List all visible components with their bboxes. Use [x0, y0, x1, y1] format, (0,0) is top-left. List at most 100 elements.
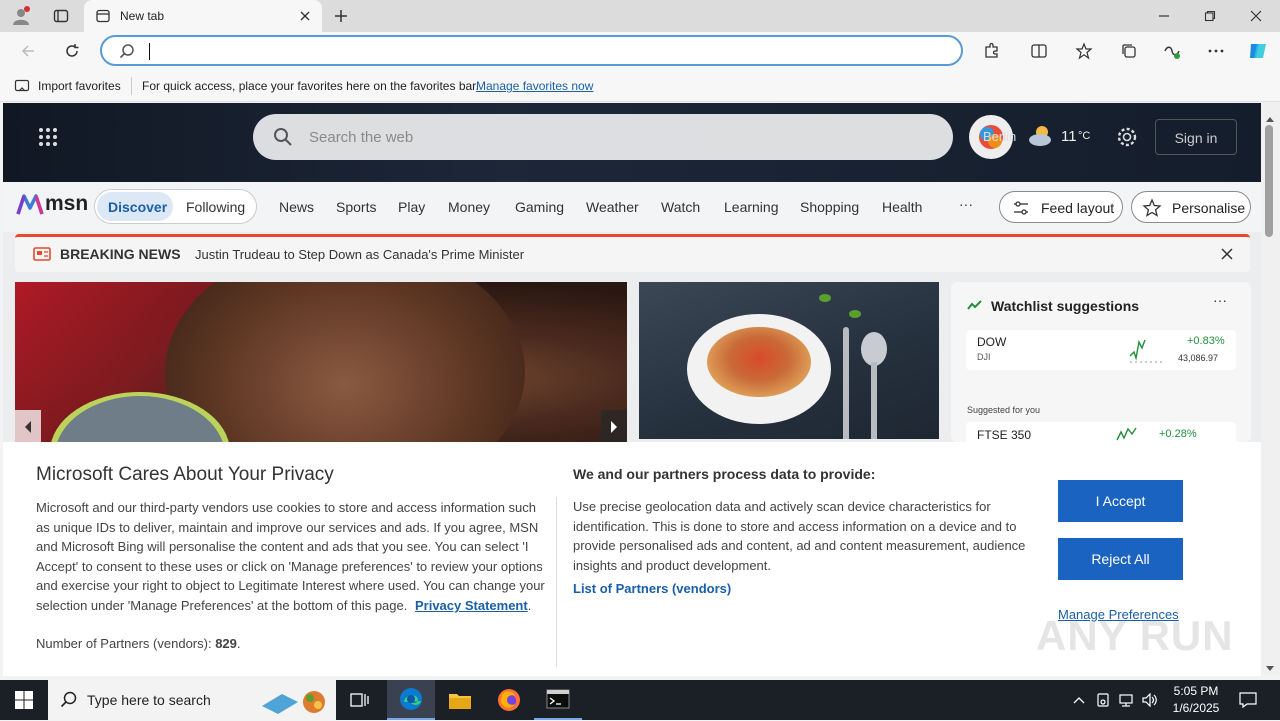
- suggested-label: Suggested for you: [967, 405, 1041, 415]
- watchlist-trend-icon: [967, 298, 983, 316]
- firefox-icon[interactable]: [485, 680, 533, 720]
- feed-layout-label: Feed layout: [1041, 200, 1115, 216]
- restore-button[interactable]: [1196, 4, 1224, 28]
- consent-title: Microsoft Cares About Your Privacy: [36, 464, 334, 485]
- nav-news[interactable]: News: [279, 199, 314, 215]
- period: .: [527, 597, 532, 613]
- weather-city: Berlin: [983, 129, 1017, 144]
- tab-discover[interactable]: Discover: [97, 192, 173, 221]
- close-window-button[interactable]: [1242, 4, 1270, 28]
- web-search-icon: [273, 127, 293, 152]
- notifications-icon[interactable]: [1234, 680, 1262, 720]
- volume-icon[interactable]: [1139, 680, 1161, 720]
- scroll-thumb[interactable]: [1265, 125, 1273, 237]
- accept-button[interactable]: I Accept: [1058, 480, 1183, 522]
- tray-device-icon[interactable]: [1092, 680, 1114, 720]
- reject-all-button[interactable]: Reject All: [1058, 538, 1183, 580]
- suggested-change: +0.28%: [1159, 428, 1197, 440]
- collections-icon[interactable]: [1117, 39, 1141, 63]
- stock-symbol: DOW: [977, 335, 1007, 349]
- personalise-button[interactable]: Personalise: [1131, 191, 1251, 223]
- breaking-news-headline[interactable]: Justin Trudeau to Step Down as Canada's …: [195, 247, 524, 262]
- feed-layout-icon: [1012, 199, 1030, 220]
- tab-following[interactable]: Following: [186, 199, 245, 215]
- edge-taskbar-icon[interactable]: [387, 680, 435, 720]
- nav-more-button[interactable]: ···: [959, 196, 973, 212]
- favorites-bar: Import favorites For quick access, place…: [0, 70, 1280, 102]
- weather-cloud-icon[interactable]: [1027, 124, 1055, 153]
- page-scrollbar[interactable]: [1261, 103, 1280, 675]
- hero-story-image[interactable]: [15, 282, 627, 442]
- breaking-news-banner[interactable]: BREAKING NEWS Justin Trudeau to Step Dow…: [15, 234, 1250, 272]
- tray-chevron-up-icon[interactable]: [1068, 680, 1090, 720]
- stock-value: 43,086.97: [1178, 353, 1219, 363]
- watchlist-row[interactable]: DOW DJI +0.83% 43,086.97: [966, 330, 1236, 370]
- minimize-button[interactable]: [1150, 4, 1178, 28]
- period-2: .: [236, 636, 241, 651]
- terminal-icon[interactable]: [534, 680, 582, 720]
- breaking-news-label: BREAKING NEWS: [60, 246, 181, 262]
- close-tab-icon[interactable]: [298, 9, 312, 28]
- back-button[interactable]: [16, 39, 40, 63]
- web-search-box[interactable]: Search the web: [253, 114, 953, 160]
- msn-logo[interactable]: [16, 192, 44, 221]
- consent-body: Microsoft and our third-party vendors us…: [36, 498, 546, 616]
- privacy-statement-link[interactable]: Privacy Statement: [415, 598, 528, 613]
- nav-shopping[interactable]: Shopping: [800, 199, 859, 215]
- taskbar-search-icon: [60, 691, 78, 714]
- settings-gear-icon[interactable]: [1116, 126, 1138, 153]
- clock-time[interactable]: 5:05 PM: [1173, 684, 1219, 698]
- nav-play[interactable]: Play: [398, 199, 425, 215]
- sign-in-label: Sign in: [1174, 130, 1218, 146]
- tab-discover-label: Discover: [108, 199, 168, 215]
- list-partners-link[interactable]: List of Partners (vendors): [573, 581, 731, 596]
- scroll-down-icon[interactable]: [1265, 660, 1275, 678]
- clock-date[interactable]: 1/6/2025: [1168, 701, 1224, 715]
- nav-health[interactable]: Health: [882, 199, 922, 215]
- tab-actions-icon[interactable]: [48, 4, 74, 28]
- sign-in-button[interactable]: Sign in: [1155, 119, 1237, 155]
- nav-money[interactable]: Money: [448, 199, 490, 215]
- close-banner-icon[interactable]: [1220, 247, 1234, 266]
- consent-body-text: Microsoft and our third-party vendors us…: [36, 500, 545, 613]
- hero-header: Search the web Berlin 11 °C Sign in: [3, 103, 1261, 182]
- network-icon[interactable]: [1115, 680, 1137, 720]
- browser-toolbar: [0, 32, 1280, 70]
- new-tab-button[interactable]: [330, 4, 352, 28]
- import-favorites-icon: [14, 78, 30, 97]
- text-cursor: [149, 43, 150, 60]
- personalise-icon: [1142, 198, 1162, 221]
- manage-favorites-link[interactable]: Manage favorites now: [476, 79, 593, 93]
- more-menu-icon[interactable]: [1204, 39, 1228, 63]
- page-icon: [96, 9, 110, 28]
- food-story-image[interactable]: [639, 282, 939, 439]
- start-button[interactable]: [0, 680, 48, 720]
- carousel-prev-icon[interactable]: [15, 410, 41, 442]
- watchlist-title: Watchlist suggestions: [991, 298, 1140, 314]
- import-favorites-button[interactable]: Import favorites: [38, 79, 121, 93]
- nav-gaming[interactable]: Gaming: [515, 199, 564, 215]
- refresh-button[interactable]: [60, 39, 84, 63]
- address-bar[interactable]: [100, 35, 963, 66]
- profile-icon[interactable]: [8, 4, 34, 28]
- nav-learning[interactable]: Learning: [724, 199, 779, 215]
- favorites-star-icon[interactable]: [1072, 39, 1096, 63]
- nav-weather[interactable]: Weather: [586, 199, 639, 215]
- watchlist-more-button[interactable]: ···: [1213, 292, 1227, 308]
- carousel-next-icon[interactable]: [601, 410, 627, 442]
- tab-new-tab[interactable]: New tab: [84, 0, 322, 32]
- breaking-news-icon: [33, 247, 51, 266]
- nav-watch[interactable]: Watch: [661, 199, 700, 215]
- taskbar-search-placeholder: Type here to search: [87, 692, 211, 708]
- copilot-icon[interactable]: [1245, 38, 1271, 64]
- feed-layout-button[interactable]: Feed layout: [999, 191, 1123, 223]
- taskbar-search-box[interactable]: Type here to search: [48, 680, 336, 720]
- task-view-icon[interactable]: [340, 680, 380, 720]
- apps-grid-icon[interactable]: [38, 127, 58, 152]
- extensions-icon[interactable]: [980, 39, 1004, 63]
- split-screen-icon[interactable]: [1027, 39, 1051, 63]
- browser-essentials-icon[interactable]: [1160, 39, 1184, 63]
- file-explorer-icon[interactable]: [436, 680, 484, 720]
- nav-sports[interactable]: Sports: [336, 199, 376, 215]
- search-highlight-icon: [258, 686, 332, 721]
